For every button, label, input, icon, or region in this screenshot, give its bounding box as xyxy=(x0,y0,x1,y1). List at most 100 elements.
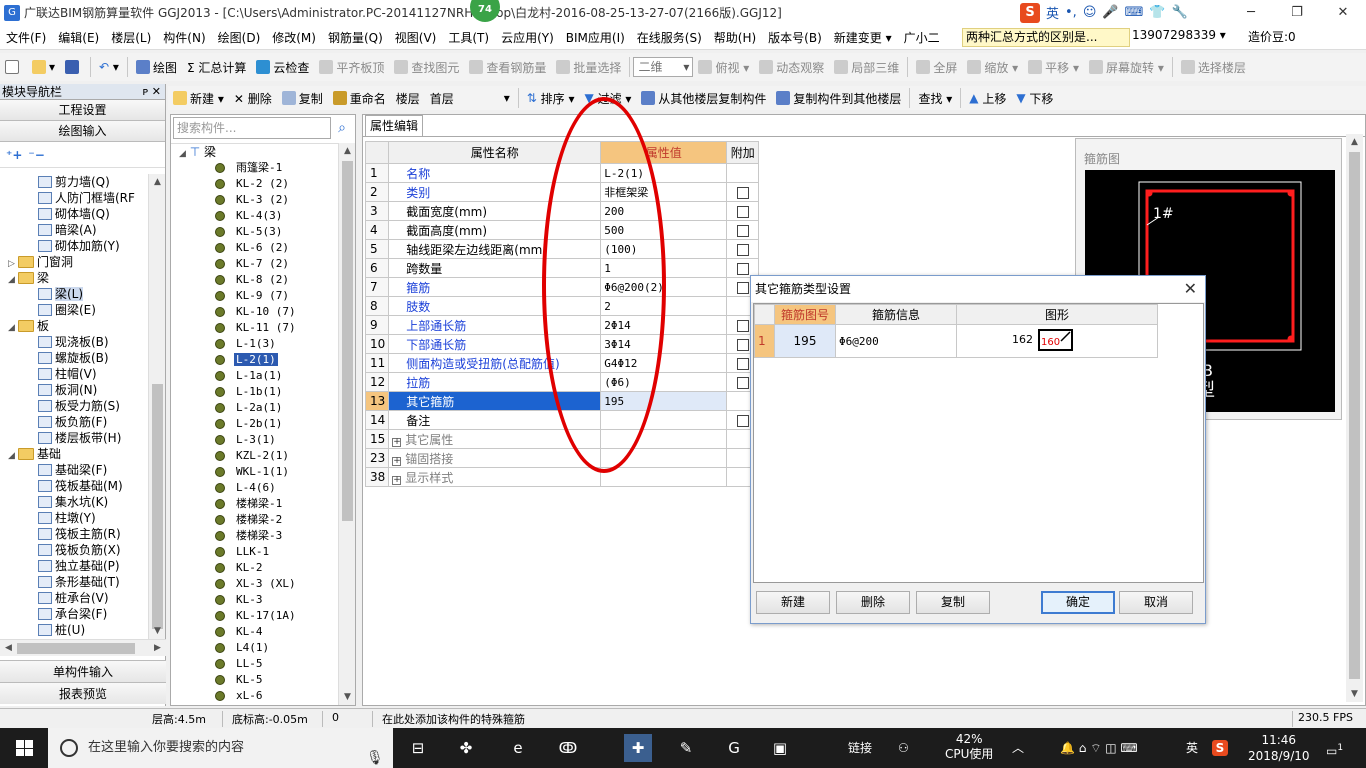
table-row[interactable]: 1 195 Φ6@200 162 160 xyxy=(754,324,1158,358)
notice-banner[interactable]: 两种汇总方式的区别是... xyxy=(962,28,1130,47)
property-name[interactable]: 备注 xyxy=(388,410,602,430)
component-list-item[interactable]: L-2b(1) xyxy=(171,416,339,432)
component-list-item[interactable]: KL-5 xyxy=(171,672,339,688)
microphone-icon[interactable]: 🎤 xyxy=(1102,5,1118,20)
property-name[interactable]: + 锚固搭接 xyxy=(388,448,602,468)
property-name[interactable]: 截面宽度(mm) xyxy=(388,201,602,221)
property-row[interactable]: 12 拉筋 (Φ6) xyxy=(364,372,760,392)
find-element-button[interactable]: 查找图元 xyxy=(389,59,464,76)
attach-checkbox[interactable] xyxy=(736,243,749,256)
minimize-button[interactable]: ─ xyxy=(1228,0,1274,25)
copy-component-button[interactable]: 复制 xyxy=(277,90,328,107)
attach-checkbox[interactable] xyxy=(736,205,749,218)
nav-tree-item[interactable]: 条形基础(T) xyxy=(0,574,148,590)
scroll-left-icon[interactable]: ◀ xyxy=(0,640,17,656)
emoji-icon[interactable]: ☺ xyxy=(1083,5,1097,20)
move-down-button[interactable]: ▼ 下移 xyxy=(1011,90,1058,107)
property-row[interactable]: 2 类别 非框架梁 xyxy=(364,182,760,202)
open-button[interactable]: ▾ xyxy=(27,60,60,74)
component-list-item[interactable]: XL-3 (XL) xyxy=(171,576,339,592)
scroll-down-icon[interactable]: ▼ xyxy=(1346,686,1363,702)
top-view-button[interactable]: 俯视 ▾ xyxy=(693,59,754,76)
account-phone[interactable]: 13907298339 ▾ xyxy=(1132,28,1226,42)
menu-assistant[interactable]: 广小二 xyxy=(898,29,946,46)
attach-checkbox[interactable] xyxy=(736,224,749,237)
property-value[interactable]: Φ6@200(2) xyxy=(600,277,728,297)
menu-rebar-quantity[interactable]: 钢筋量(Q) xyxy=(322,29,389,46)
menu-cloud[interactable]: 云应用(Y) xyxy=(495,29,560,46)
nav-tree-item[interactable]: 板负筋(F) xyxy=(0,414,148,430)
component-list-item[interactable]: KL-7 (2) xyxy=(171,256,339,272)
menu-help[interactable]: 帮助(H) xyxy=(708,29,762,46)
nav-tree-horizontal-scrollbar[interactable]: ◀ ▶ xyxy=(0,639,166,656)
scroll-up-icon[interactable]: ▲ xyxy=(149,174,166,190)
scroll-right-icon[interactable]: ▶ xyxy=(149,640,166,656)
property-name[interactable]: 轴线距梁左边线距离(mm) xyxy=(388,239,602,259)
attach-checkbox[interactable] xyxy=(736,186,749,199)
microphone-icon[interactable]: 🎙 xyxy=(366,738,384,768)
project-settings-button[interactable]: 工程设置 xyxy=(0,100,165,121)
undo-button[interactable]: ↶ ▾ xyxy=(94,60,124,74)
app-c-icon[interactable]: ↂ xyxy=(554,734,582,762)
menu-online[interactable]: 在线服务(S) xyxy=(631,29,708,46)
notification-center-icon[interactable]: ▭1 xyxy=(1326,728,1343,768)
ime-toolbar[interactable]: S 英 •, ☺ 🎤 ⌨ 👕 🔧 xyxy=(1020,2,1188,23)
nav-tree-item[interactable]: 板洞(N) xyxy=(0,382,148,398)
component-search-input[interactable]: 搜索构件... xyxy=(173,117,331,139)
nav-tree-item[interactable]: 筏板主筋(R) xyxy=(0,526,148,542)
nav-tree-item[interactable]: 承台梁(F) xyxy=(0,606,148,622)
component-list-item[interactable]: KZL-2(1) xyxy=(171,448,339,464)
attach-checkbox[interactable] xyxy=(736,338,749,351)
scroll-thumb[interactable] xyxy=(152,384,163,629)
attach-checkbox[interactable] xyxy=(736,319,749,332)
attach-checkbox[interactable] xyxy=(736,357,749,370)
property-row[interactable]: 23 + 锚固搭接 xyxy=(364,448,760,468)
nav-tree-item[interactable]: 现浇板(B) xyxy=(0,334,148,350)
drawing-input-button[interactable]: 绘图输入 xyxy=(0,121,165,142)
property-name[interactable]: 箍筋 xyxy=(388,277,602,297)
scroll-thumb[interactable] xyxy=(1349,152,1360,679)
property-value[interactable]: 500 xyxy=(600,220,728,240)
component-list-item[interactable]: LL-5 xyxy=(171,656,339,672)
expand-group-icon[interactable]: + xyxy=(392,437,402,447)
component-list-item[interactable]: L-3(1) xyxy=(171,432,339,448)
floor-select[interactable]: 首层 ▾ xyxy=(425,90,515,107)
component-list-item[interactable]: KL-10 (7) xyxy=(171,304,339,320)
component-list-item[interactable]: L-2a(1) xyxy=(171,400,339,416)
nav-tree-item[interactable]: 砌体墙(Q) xyxy=(0,206,148,222)
property-name[interactable]: + 显示样式 xyxy=(388,467,602,487)
property-value[interactable]: 200 xyxy=(600,201,728,221)
component-list-item[interactable]: LLK-1 xyxy=(171,544,339,560)
attach-checkbox[interactable] xyxy=(736,262,749,275)
nav-tree-item[interactable]: ◢ 基础 xyxy=(0,446,148,462)
edge-browser-icon[interactable]: e xyxy=(504,734,532,762)
dialog-copy-button[interactable]: 复制 xyxy=(916,591,990,614)
property-row[interactable]: 8 肢数 2 xyxy=(364,296,760,316)
dialog-close-icon[interactable]: ✕ xyxy=(1184,276,1197,302)
component-list-item[interactable]: KL-8 (2) xyxy=(171,272,339,288)
property-value[interactable]: (Φ6) xyxy=(600,372,728,392)
close-button[interactable]: ✕ xyxy=(1320,0,1366,25)
nav-tree-item[interactable]: 人防门框墙(RF xyxy=(0,190,148,206)
component-list-item[interactable]: KL-9 (7) xyxy=(171,288,339,304)
copy-to-other-floor-button[interactable]: 复制构件到其他楼层 xyxy=(771,90,906,107)
component-tree-root[interactable]: ◢ ⊤ 梁 xyxy=(171,144,339,160)
property-name[interactable]: 侧面构造或受扭筋(总配筋值) xyxy=(388,353,602,373)
nav-tree-item[interactable]: ◢ 板 xyxy=(0,318,148,334)
stirrup-info-cell[interactable]: Φ6@200 xyxy=(835,324,957,358)
nav-tree-item[interactable]: ◢ 梁 xyxy=(0,270,148,286)
filter-button[interactable]: ▼ 过滤 ▾ xyxy=(580,90,637,107)
wrench-icon[interactable]: 🔧 xyxy=(1172,5,1188,20)
property-value[interactable] xyxy=(600,467,728,487)
nav-tree-item[interactable]: 砌体加筋(Y) xyxy=(0,238,148,254)
g-app-icon[interactable]: G xyxy=(720,734,748,762)
select-floor-button[interactable]: 选择楼层 xyxy=(1176,59,1251,76)
property-name[interactable]: 拉筋 xyxy=(388,372,602,392)
pan-button[interactable]: 平移 ▾ xyxy=(1023,59,1084,76)
nav-tree-item[interactable]: 梁(L) xyxy=(0,286,148,302)
component-list-item[interactable]: KL-11 (7) xyxy=(171,320,339,336)
property-value[interactable]: 3Φ14 xyxy=(600,334,728,354)
scroll-thumb[interactable] xyxy=(17,643,135,654)
keyboard-icon[interactable]: ⌨ xyxy=(1125,5,1144,20)
component-list-item[interactable]: KL-4 xyxy=(171,624,339,640)
